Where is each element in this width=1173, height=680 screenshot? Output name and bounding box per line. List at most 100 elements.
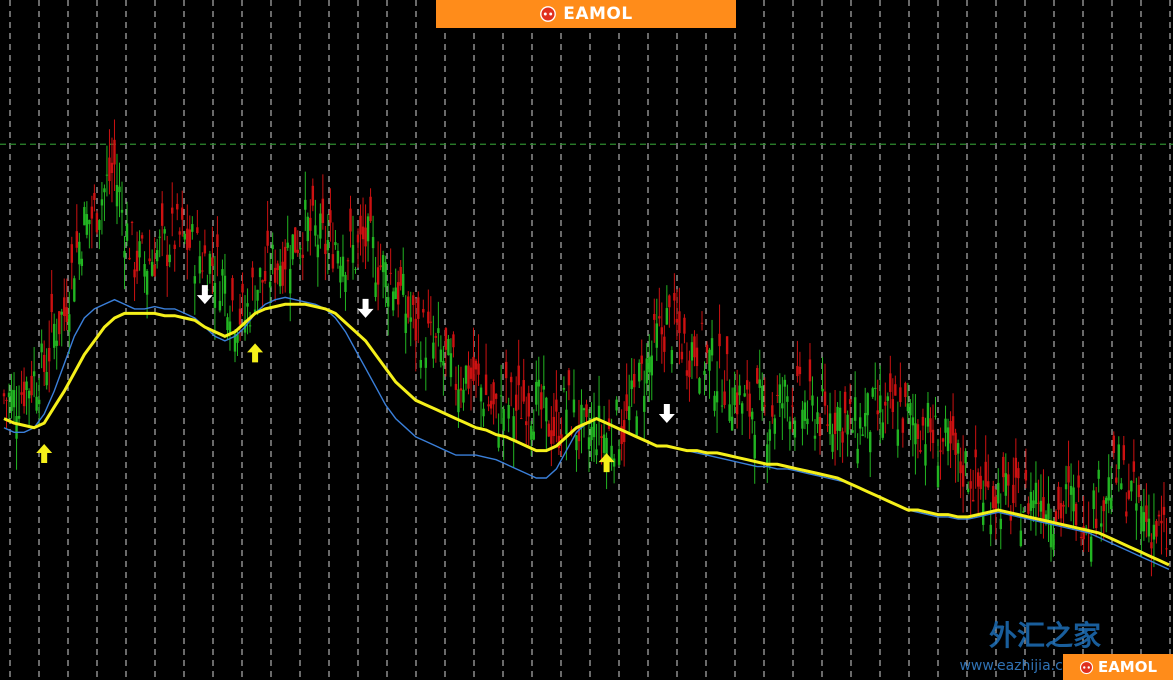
candle-body [261,280,264,283]
candle-body [567,370,571,386]
candle-body [499,395,503,397]
candle-body [160,203,164,226]
candle-body [306,216,310,242]
candle-body [537,379,540,387]
candle-body [959,461,962,474]
candle-body [449,353,453,378]
candle-body [53,323,56,348]
candle-body [474,360,478,370]
candle-body [437,328,440,334]
candle-body [904,383,907,398]
candle-body [961,465,965,487]
candle-body [1062,504,1065,507]
candle-body [60,311,63,315]
candle-body [758,379,761,388]
candle-body [1115,477,1118,483]
candle-body [63,297,66,317]
candle-body [615,399,618,411]
candle-body [93,192,96,200]
candle-body [964,451,967,464]
candle-body [530,425,533,440]
candle-body [944,418,947,433]
candle-body [68,314,71,332]
candle-body [369,196,372,222]
candle-body [1012,484,1015,504]
candle-body [454,383,458,390]
candle-body [424,357,428,368]
candle-body [32,371,36,377]
candle-body [412,295,415,305]
candle-body [1054,511,1058,522]
candle-body [979,475,982,490]
candle-body [173,244,176,250]
candle-body [45,372,48,386]
candle-body [256,289,259,301]
candle-body [1142,512,1146,532]
candle-body [668,295,671,308]
candle-body [688,360,691,378]
candle-body [404,313,407,334]
candle-body [432,342,435,359]
candle-body [522,380,525,402]
candle-body [442,360,445,366]
watermark-logo: 外汇之家 [988,619,1101,652]
candle-body [974,449,977,458]
candle-body [560,434,563,439]
candle-body [1152,524,1156,540]
candle-body [532,431,535,440]
candle-body [40,343,43,353]
candle-body [464,365,468,384]
candle-body [344,274,347,292]
candle-body [520,418,523,420]
candle-body [118,186,121,193]
candle-body [1014,457,1018,478]
candle-body [1127,490,1131,499]
candle-body [1039,500,1043,512]
candle-body [527,393,530,417]
candle-body [35,396,38,411]
candle-body [836,406,839,431]
candle-body [90,206,94,219]
candle-body [487,404,490,407]
candle-body [103,188,106,193]
candle-body [921,416,925,426]
candle-body [751,411,754,420]
candle-body [703,370,706,375]
candle-body [198,256,202,274]
candle-body [730,416,734,431]
candle-body [364,227,367,247]
candle-body [660,327,664,335]
robot-logo-icon [1079,660,1094,674]
candle-body [713,395,716,411]
candle-body [414,318,417,341]
candle-body [42,354,46,372]
candle-body [128,257,131,260]
candle-body [633,373,636,388]
candle-body [1064,484,1068,490]
candle-body [552,416,556,437]
candle-body [120,209,124,213]
corner-brand-name: EAMOL [1097,658,1158,676]
candle-body [75,231,79,248]
candle-body [1150,542,1153,549]
candle-body [507,405,510,419]
candle-body [434,336,438,338]
candle-body [761,385,764,411]
candle-body [1047,503,1050,520]
candle-body [818,416,822,437]
candle-body [246,303,249,307]
candle-body [183,233,186,240]
candle-body [710,338,714,356]
candle-body [906,403,910,412]
candle-body [105,174,109,176]
candle-body [670,350,674,365]
candle-body [218,300,222,311]
candle-body [452,334,455,348]
candle-body [778,384,782,403]
candle-body [123,250,126,258]
candle-body [1110,497,1113,510]
candle-body [547,423,551,437]
candle-body [153,264,156,277]
candle-body [675,318,679,323]
candle-body [871,388,874,397]
